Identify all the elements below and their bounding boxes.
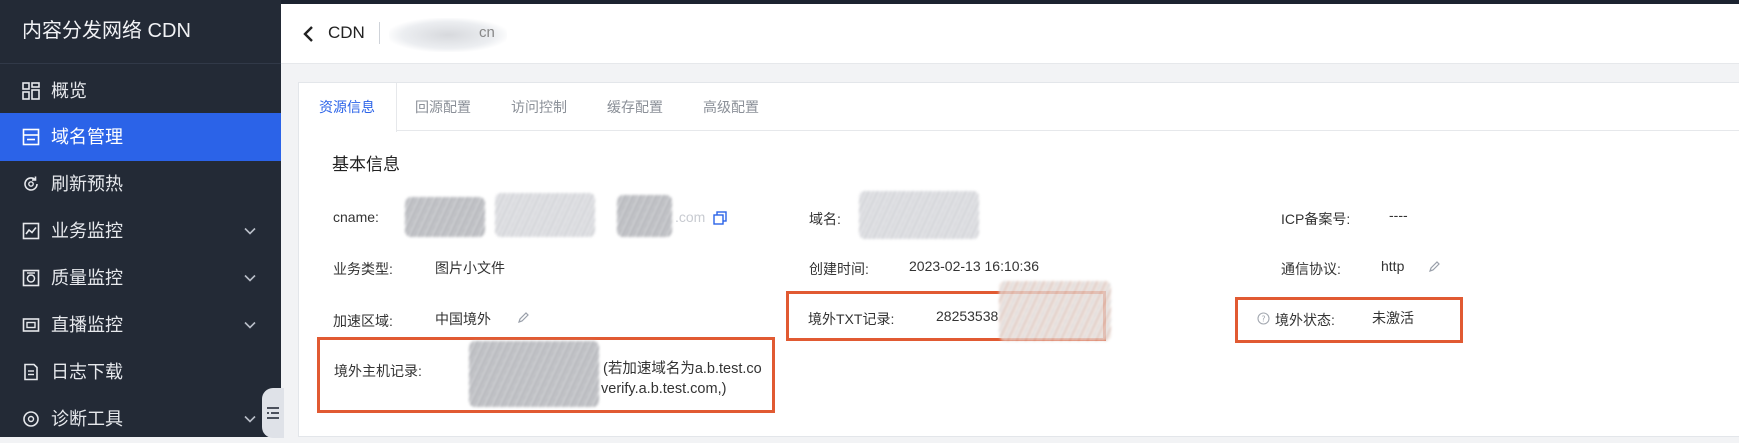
redacted-cname-1 bbox=[405, 197, 485, 237]
host-record-label: 境外主机记录: bbox=[334, 363, 422, 379]
sidebar-item-label: 诊断工具 bbox=[51, 409, 123, 429]
sidebar-item-label: 概览 bbox=[51, 81, 87, 101]
diagnose-icon bbox=[23, 411, 39, 427]
sidebar-item-live-monitor[interactable]: 直播监控 bbox=[0, 301, 281, 349]
sidebar-item-label: 域名管理 bbox=[51, 127, 123, 147]
sidebar-item-quality-monitor[interactable]: 质量监控 bbox=[0, 254, 281, 302]
sidebar-item-domain-management[interactable]: 域名管理 bbox=[0, 113, 281, 161]
sidebar-item-label: 刷新预热 bbox=[51, 174, 123, 194]
help-circle-icon[interactable]: ? bbox=[1257, 312, 1270, 325]
redacted-host-record bbox=[469, 341, 599, 407]
sidebar-item-overview[interactable]: 概览 bbox=[0, 67, 281, 115]
created-value: 2023-02-13 16:10:36 bbox=[909, 258, 1039, 274]
icp-label: ICP备案号: bbox=[1281, 211, 1351, 227]
header-domain-suffix: cn bbox=[479, 24, 495, 41]
protocol-value: http bbox=[1381, 258, 1405, 274]
edit-region-pencil-icon[interactable] bbox=[517, 311, 530, 324]
txt-record-value: 28253538 bbox=[936, 308, 999, 324]
log-download-icon bbox=[24, 363, 38, 381]
redacted-txt-record bbox=[999, 281, 1111, 341]
tab-cache-config[interactable]: 缓存配置 bbox=[607, 83, 663, 131]
header-divider bbox=[379, 22, 380, 44]
sidebar-item-label: 日志下载 bbox=[51, 362, 123, 382]
live-monitor-icon bbox=[22, 318, 40, 332]
region-label: 加速区域: bbox=[333, 313, 393, 329]
host-record-line2: verify.a.b.test.com,) bbox=[601, 381, 727, 397]
refresh-icon bbox=[24, 176, 38, 191]
quality-monitor-icon bbox=[22, 269, 40, 287]
domain-icon bbox=[22, 128, 40, 146]
cname-label: cname: bbox=[333, 209, 379, 225]
tab-advanced-config[interactable]: 高级配置 bbox=[703, 83, 759, 131]
tab-access-control[interactable]: 访问控制 bbox=[511, 83, 567, 131]
sidebar-item-business-monitor[interactable]: 业务监控 bbox=[0, 207, 281, 255]
sidebar-item-label: 质量监控 bbox=[51, 268, 123, 288]
redacted-domain-value bbox=[859, 191, 979, 239]
redacted-cname-2 bbox=[495, 193, 595, 237]
tab-resource-info[interactable]: 资源信息 bbox=[299, 83, 397, 132]
sidebar-item-refresh-prefetch[interactable]: 刷新预热 bbox=[0, 160, 281, 208]
chevron-down-icon bbox=[244, 415, 256, 423]
txt-record-label: 境外TXT记录: bbox=[808, 311, 895, 327]
redacted-cname-3 bbox=[617, 195, 672, 237]
sidebar: 内容分发网络 CDN 概览 域名管理 刷新预热 业务监控 质量监控 直播监控 日… bbox=[0, 0, 281, 437]
svg-text:?: ? bbox=[1261, 315, 1265, 324]
protocol-label: 通信协议: bbox=[1281, 261, 1341, 277]
region-value: 中国境外 bbox=[435, 311, 491, 327]
edit-protocol-pencil-icon[interactable] bbox=[1428, 260, 1441, 273]
domain-label: 域名: bbox=[809, 211, 841, 227]
tab-bar: 资源信息 回源配置 访问控制 缓存配置 高级配置 bbox=[299, 83, 1739, 132]
sidebar-item-label: 直播监控 bbox=[51, 315, 123, 335]
sidebar-item-log-download[interactable]: 日志下载 bbox=[0, 348, 281, 396]
biz-type-value: 图片小文件 bbox=[435, 260, 505, 276]
overseas-status-value: 未激活 bbox=[1372, 310, 1414, 326]
overseas-status-label: 境外状态: bbox=[1275, 312, 1335, 328]
copy-icon[interactable] bbox=[713, 211, 727, 225]
created-label: 创建时间: bbox=[809, 261, 869, 277]
back-arrow-icon[interactable] bbox=[301, 24, 315, 44]
biz-type-label: 业务类型: bbox=[333, 261, 393, 277]
page-header: CDN cn bbox=[281, 4, 1739, 64]
icp-value: ---- bbox=[1389, 207, 1408, 223]
section-title-basic-info: 基本信息 bbox=[332, 155, 400, 174]
sidebar-item-diagnose-tools[interactable]: 诊断工具 bbox=[0, 395, 281, 443]
tab-origin-config[interactable]: 回源配置 bbox=[415, 83, 471, 131]
menu-fold-icon bbox=[267, 407, 279, 419]
host-record-line1: (若加速域名为a.b.test.co bbox=[603, 361, 762, 377]
chevron-down-icon bbox=[244, 227, 256, 235]
sidebar-collapse-handle[interactable] bbox=[262, 388, 284, 438]
chevron-down-icon bbox=[244, 321, 256, 329]
sidebar-title: 内容分发网络 CDN bbox=[0, 0, 281, 64]
overview-icon bbox=[22, 82, 40, 100]
sidebar-item-label: 业务监控 bbox=[51, 221, 123, 241]
business-monitor-icon bbox=[22, 222, 40, 240]
chevron-down-icon bbox=[244, 274, 256, 282]
cname-value: .com bbox=[675, 209, 706, 225]
back-link-cdn[interactable]: CDN bbox=[328, 23, 365, 43]
domain-detail-card: 资源信息 回源配置 访问控制 缓存配置 高级配置 基本信息 cname: .co… bbox=[298, 82, 1739, 437]
